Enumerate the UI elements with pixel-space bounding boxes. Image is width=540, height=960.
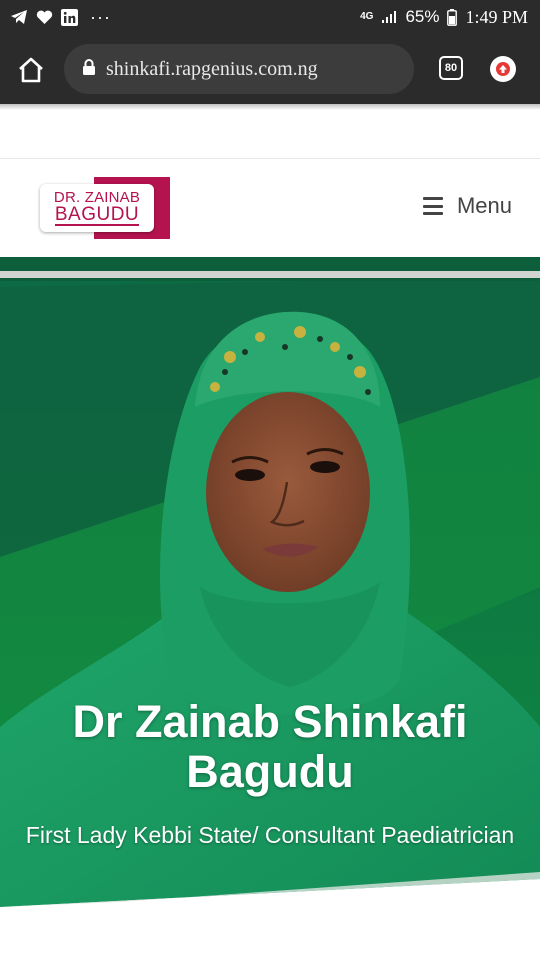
system-indicators: 4G 65% 1:49 PM [360,7,528,28]
linkedin-icon [61,8,78,26]
hamburger-icon [422,197,443,215]
logo-line-1: DR. ZAINAB [53,189,141,206]
logo-card: DR. ZAINAB BAGUDU [40,184,154,232]
site-header: DR. ZAINAB BAGUDU Menu [0,158,540,256]
browser-toolbar: shinkafi.rapgenius.com.ng 80 [0,34,540,104]
more-dots-icon: ··· [90,7,111,27]
logo-line-2: BAGUDU [54,204,140,226]
hero-banner: Dr Zainab Shinkafi Bagudu First Lady Keb… [0,257,540,913]
lock-icon [82,58,96,81]
network-type-icon: 4G [360,11,374,22]
home-icon [19,57,43,83]
update-arrow-icon [496,62,510,76]
address-bar[interactable]: shinkafi.rapgenius.com.ng [64,44,414,94]
battery-percent: 65% [405,7,440,26]
home-button[interactable] [17,56,45,84]
url-text: shinkafi.rapgenius.com.ng [106,57,318,80]
hero-background [0,257,540,913]
hero-subtitle: First Lady Kebbi State/ Consultant Paedi… [25,822,515,848]
toolbar-shadow [0,104,540,110]
heart-icon [36,10,53,25]
menu-button[interactable]: Menu [422,193,512,219]
hero-title: Dr Zainab Shinkafi Bagudu [72,696,468,797]
battery-icon [447,8,458,26]
chrome-update-button[interactable] [490,56,516,82]
clock: 1:49 PM [465,6,528,27]
menu-label: Menu [456,193,512,218]
site-logo[interactable]: DR. ZAINAB BAGUDU [40,177,170,239]
notification-icons: ··· [10,8,111,26]
signal-icon [381,10,397,24]
telegram-icon [10,9,28,25]
tab-switcher-button[interactable]: 80 [439,56,463,80]
status-bar: ··· 4G 65% 1:49 PM [0,0,540,34]
